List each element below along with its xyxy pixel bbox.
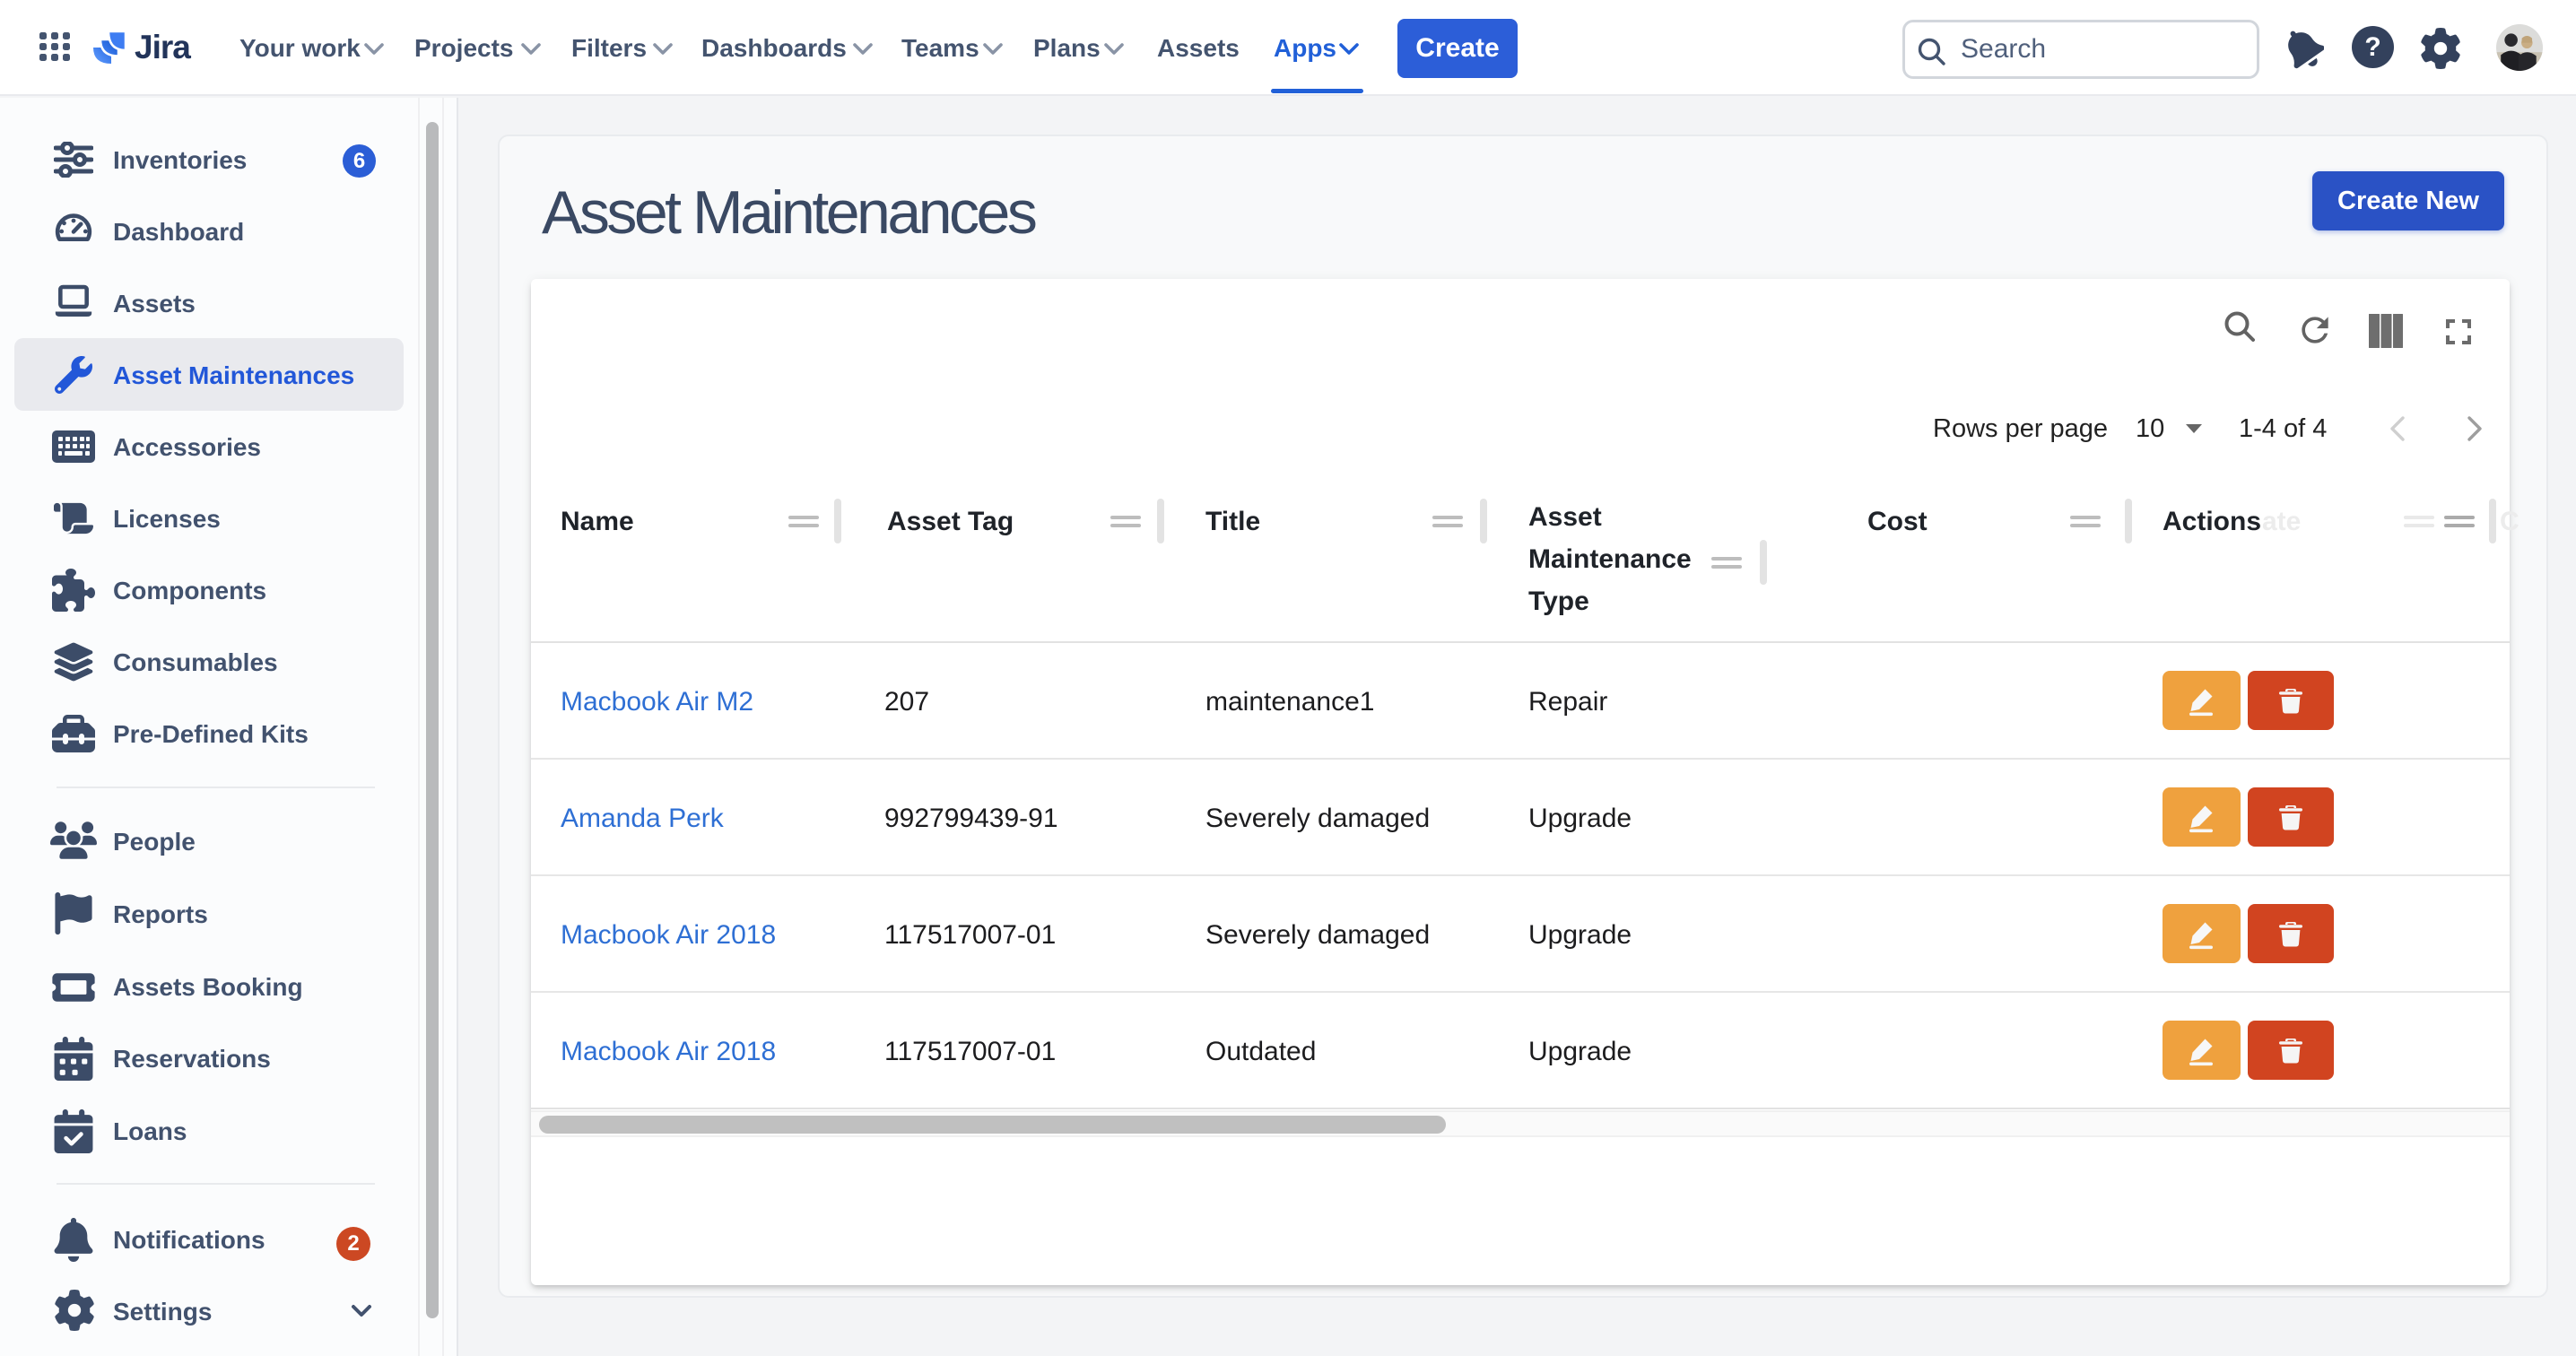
svg-text:?: ? bbox=[2364, 32, 2380, 62]
